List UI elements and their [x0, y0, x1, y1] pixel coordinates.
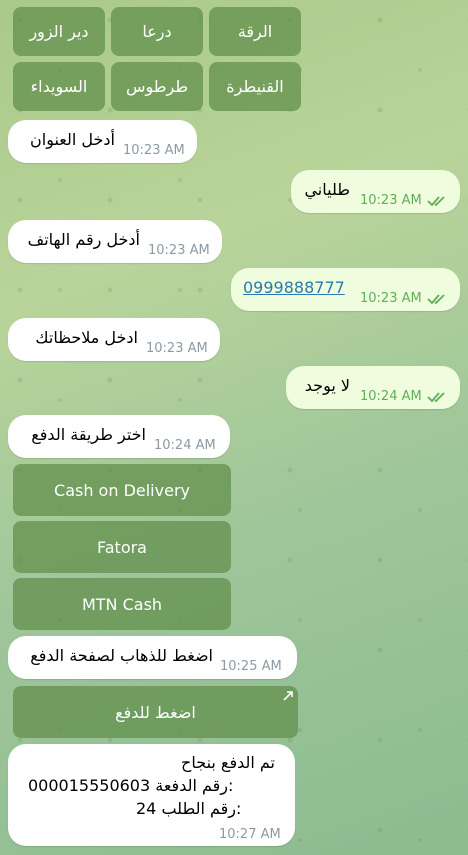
message-incoming: ادخل ملاحظاتك 10:23 AM — [8, 318, 220, 361]
message-text: أدخل رقم الهاتف — [27, 230, 140, 249]
message-incoming: أدخل العنوان 10:23 AM — [8, 120, 197, 163]
message-time: 10:24 AM — [154, 438, 216, 453]
message-time: 10:23 AM — [146, 341, 208, 356]
double-check-icon — [427, 196, 445, 207]
keyboard-button-deir-ez-zor[interactable]: دير الزور — [13, 7, 105, 56]
keyboard-button-tartus[interactable]: طرطوس — [111, 62, 203, 111]
payment-option-fatora[interactable]: Fatora — [13, 521, 231, 573]
message-incoming: اضغط للذهاب لصفحة الدفع 10:25 AM — [8, 636, 297, 679]
message-outgoing: طلياني 10:23 AM — [291, 170, 460, 213]
keyboard-button-daraa[interactable]: درعا — [111, 7, 203, 56]
message-incoming: اختر طريقة الدفع 10:24 AM — [8, 415, 230, 458]
payment-number-value: 000015550603 — [28, 776, 151, 795]
double-check-icon — [427, 294, 445, 305]
order-number-value: 24 — [136, 799, 157, 818]
external-link-arrow-icon — [283, 691, 293, 701]
message-time: 10:25 AM — [220, 659, 282, 674]
message-outgoing: لا يوجد 10:24 AM — [286, 366, 460, 409]
keyboard-button-sweida[interactable]: السويداء — [13, 62, 105, 111]
pay-link-label: اضغط للدفع — [115, 702, 196, 722]
order-number-label: رقم الطلب: — [161, 799, 242, 818]
message-time: 10:23 AM — [148, 243, 210, 258]
message-outgoing: 0999888777 10:23 AM — [231, 268, 460, 311]
message-text: أدخل العنوان — [30, 130, 115, 149]
double-check-icon — [427, 392, 445, 403]
message-time: 10:23 AM — [360, 291, 422, 306]
keyboard-button-quneitra[interactable]: القنيطرة — [209, 62, 301, 111]
message-text: طلياني — [304, 180, 350, 199]
message-time: 10:23 AM — [123, 143, 185, 158]
message-text: اختر طريقة الدفع — [31, 425, 146, 444]
keyboard-button-raqqa[interactable]: الرقة — [209, 7, 301, 56]
order-number-row: 24 رقم الطلب: — [136, 799, 241, 818]
payment-number-row: 000015550603 رقم الدفعة: — [28, 776, 233, 795]
payment-number-label: رقم الدفعة: — [155, 776, 234, 795]
message-text: اضغط للذهاب لصفحة الدفع — [30, 646, 213, 665]
message-time: 10:23 AM — [360, 193, 422, 208]
message-time: 10:27 AM — [219, 827, 281, 842]
payment-option-mtn-cash[interactable]: MTN Cash — [13, 578, 231, 630]
message-incoming: أدخل رقم الهاتف 10:23 AM — [8, 220, 222, 263]
payment-option-cash-on-delivery[interactable]: Cash on Delivery — [13, 464, 231, 516]
message-text: لا يوجد — [304, 376, 350, 395]
message-time: 10:24 AM — [360, 389, 422, 404]
message-text: ادخل ملاحظاتك — [35, 328, 138, 347]
phone-link[interactable]: 0999888777 — [243, 278, 345, 297]
message-payment-success: تم الدفع بنجاح 000015550603 رقم الدفعة: … — [8, 744, 295, 846]
payment-success-line: تم الدفع بنجاح — [181, 753, 275, 772]
pay-link-button[interactable]: اضغط للدفع — [13, 686, 298, 738]
